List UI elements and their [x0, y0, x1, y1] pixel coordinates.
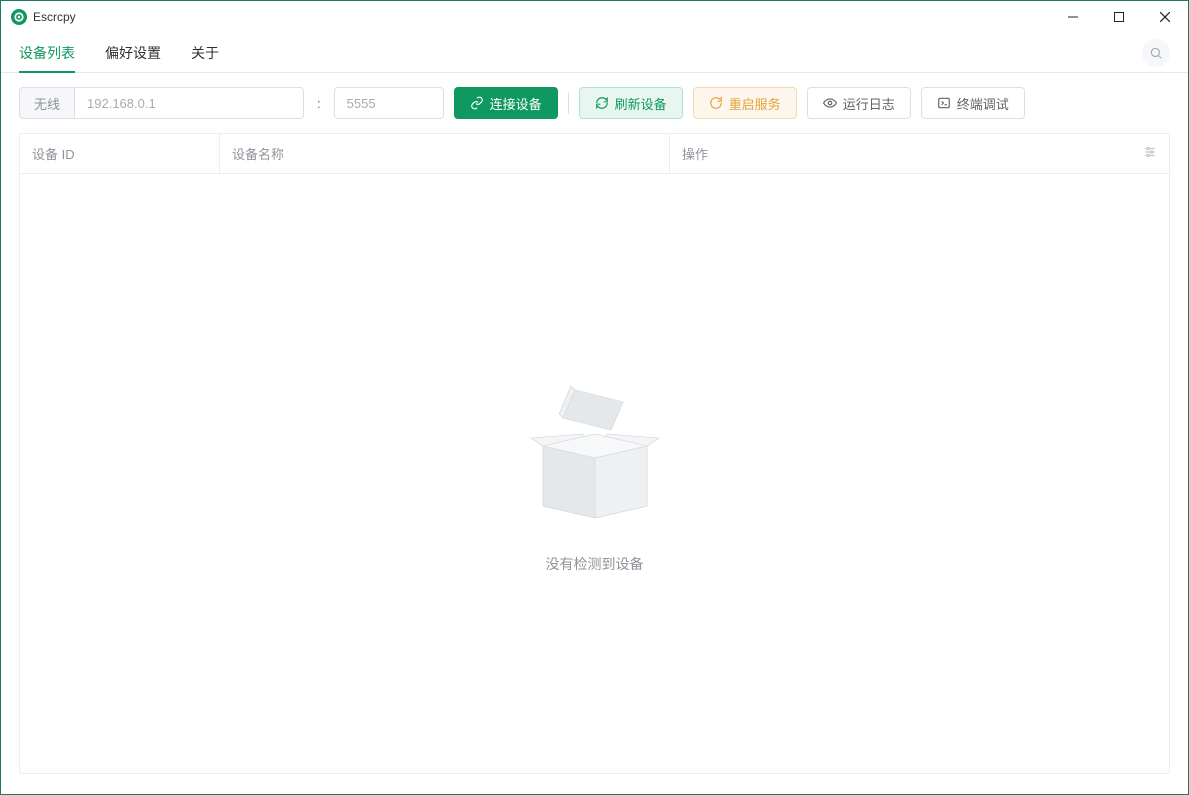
window-controls	[1050, 1, 1188, 33]
ip-input[interactable]	[74, 87, 304, 119]
terminal-icon	[937, 96, 951, 110]
maximize-button[interactable]	[1096, 1, 1142, 33]
tab-about[interactable]: 关于	[191, 33, 219, 72]
main-tabs: 设备列表 偏好设置 关于	[1, 33, 1188, 73]
maximize-icon	[1114, 12, 1124, 22]
titlebar: Escrcpy	[1, 1, 1188, 33]
connect-button-label: 连接设备	[490, 94, 542, 113]
link-icon	[470, 96, 484, 110]
terminal-button-label: 终端调试	[957, 94, 1009, 113]
refresh-button[interactable]: 刷新设备	[579, 87, 683, 119]
app-title: Escrcpy	[33, 10, 76, 24]
log-button-label: 运行日志	[843, 94, 895, 113]
minimize-button[interactable]	[1050, 1, 1096, 33]
close-icon	[1160, 12, 1170, 22]
restart-icon	[709, 96, 723, 110]
search-icon	[1149, 46, 1163, 60]
app-icon	[11, 9, 27, 25]
column-settings-button[interactable]	[1143, 145, 1157, 162]
eye-icon	[823, 96, 837, 110]
terminal-button[interactable]: 终端调试	[921, 87, 1025, 119]
toolbar-divider	[568, 92, 569, 114]
column-header-name: 设备名称	[220, 134, 670, 173]
device-table: 设备 ID 设备名称 操作 没有检测到设备	[19, 133, 1170, 774]
table-body-empty: 没有检测到设备	[20, 174, 1169, 773]
tab-devices[interactable]: 设备列表	[19, 33, 75, 72]
table-header: 设备 ID 设备名称 操作	[20, 134, 1169, 174]
ip-port-colon: :	[314, 96, 324, 111]
mode-label: 无线	[19, 87, 74, 119]
close-button[interactable]	[1142, 1, 1188, 33]
empty-box-icon	[515, 374, 675, 534]
titlebar-left: Escrcpy	[11, 9, 76, 25]
tabs-right	[1142, 39, 1170, 67]
port-input[interactable]	[334, 87, 444, 119]
sliders-icon	[1143, 145, 1157, 159]
search-button[interactable]	[1142, 39, 1170, 67]
minimize-icon	[1068, 12, 1078, 22]
column-header-actions-label: 操作	[682, 144, 708, 163]
refresh-icon	[595, 96, 609, 110]
empty-state-text: 没有检测到设备	[546, 554, 644, 574]
column-header-actions: 操作	[670, 134, 1169, 173]
tab-preferences[interactable]: 偏好设置	[105, 33, 161, 72]
log-button[interactable]: 运行日志	[807, 87, 911, 119]
restart-button[interactable]: 重启服务	[693, 87, 797, 119]
restart-button-label: 重启服务	[729, 94, 781, 113]
toolbar: 无线 : 连接设备 刷新设备 重启服务 运行日志 终端调试	[1, 73, 1188, 133]
refresh-button-label: 刷新设备	[615, 94, 667, 113]
column-header-id: 设备 ID	[20, 134, 220, 173]
connect-button[interactable]: 连接设备	[454, 87, 558, 119]
ip-input-group: 无线	[19, 87, 304, 119]
